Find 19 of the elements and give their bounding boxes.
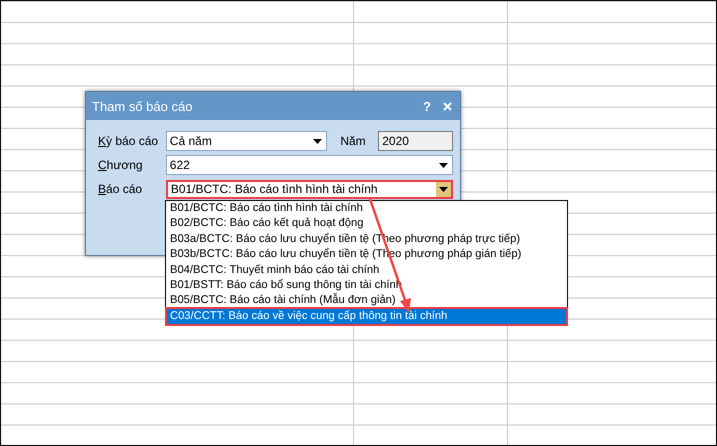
- field-label: Chương: [98, 158, 144, 172]
- caret-icon: [439, 186, 448, 192]
- caret-icon: [313, 138, 322, 144]
- dropdown-option[interactable]: C03/CCTT: Báo cáo về việc cung cấp thông tin tài chính: [167, 308, 566, 324]
- dropdown-option[interactable]: B04/BCTC: Thuyết minh báo cáo tài chính: [167, 262, 566, 278]
- dropdown-button[interactable]: [436, 182, 451, 196]
- chapter-combo[interactable]: 622: [166, 155, 453, 175]
- close-icon[interactable]: [443, 102, 452, 110]
- year-field[interactable]: 2020: [378, 131, 454, 151]
- field-label: Báo cáo: [98, 182, 144, 196]
- dropdown-option[interactable]: B05/BCTC: Báo cáo tài chính (Mẫu đơn giản): [167, 293, 566, 309]
- dropdown-option[interactable]: B01/BCTC: Báo cáo tình hình tài chính: [167, 201, 566, 216]
- report-combo[interactable]: B01/BCTC: Báo cáo tình hình tài chính: [166, 180, 453, 198]
- field-label: Kỳ báo cáo: [98, 134, 160, 148]
- field-label: Năm: [340, 134, 367, 148]
- caret-icon: [439, 162, 448, 168]
- dropdown-option[interactable]: B02/BCTC: Báo cáo kết quả hoạt động: [167, 216, 566, 232]
- period-combo[interactable]: Cả năm: [166, 131, 328, 151]
- dialog-title: Tham số báo cáo: [92, 98, 194, 114]
